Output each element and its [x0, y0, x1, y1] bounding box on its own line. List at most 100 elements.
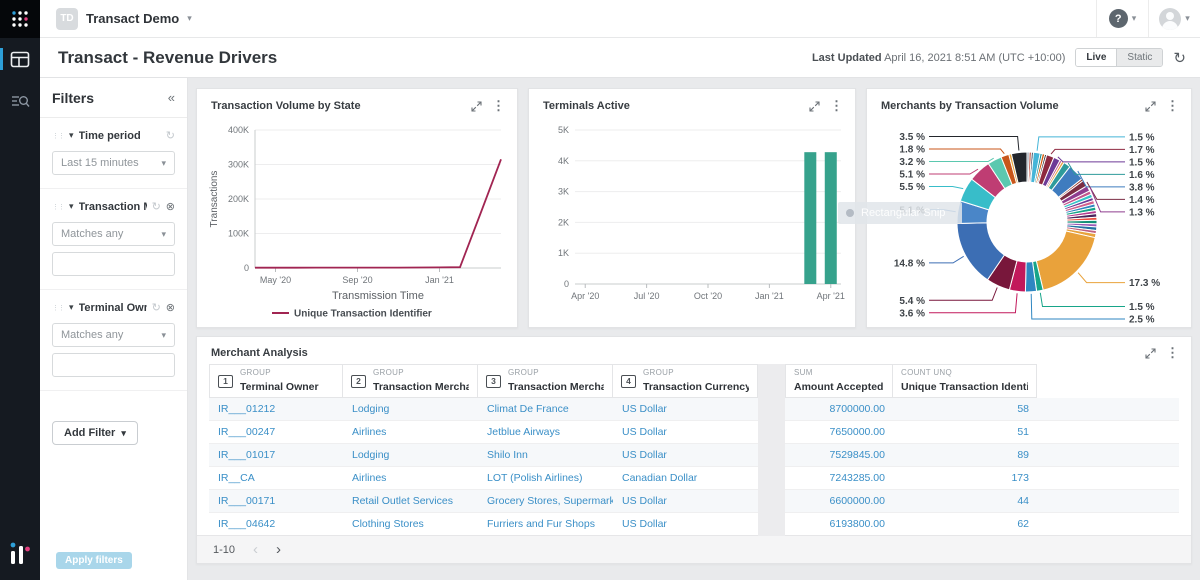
cell-link[interactable]: US Dollar [613, 518, 758, 530]
aggregation-label: COUNT UNQ [901, 368, 1028, 377]
workspace-menu[interactable]: TD Transact Demo ▾ [40, 8, 192, 30]
cell-link[interactable]: Retail Outlet Services [343, 495, 478, 507]
cell-link[interactable]: US Dollar [613, 426, 758, 438]
cell-link[interactable]: Airlines [343, 472, 478, 484]
cell-link[interactable]: Canadian Dollar [613, 472, 758, 484]
cell-link[interactable]: LOT (Polish Airlines) [478, 472, 613, 484]
time-period-select[interactable]: Last 15 minutes ▾ [52, 151, 175, 175]
cell-link[interactable]: Shilo Inn [478, 449, 613, 461]
match-operator-select[interactable]: Matches any ▾ [52, 222, 175, 246]
match-operator-select[interactable]: Matches any ▾ [52, 323, 175, 347]
card-menu-icon[interactable]: ⋮ [1166, 345, 1179, 361]
reset-filter-icon[interactable]: ↻ [152, 200, 161, 213]
cell-link[interactable]: 8700000.00 [785, 403, 893, 415]
cell-link[interactable]: 6600000.00 [785, 495, 893, 507]
cell-link[interactable]: US Dollar [613, 403, 758, 415]
cell-link[interactable]: IR___04642 [209, 518, 343, 530]
cell-link[interactable]: IR___00171 [209, 495, 343, 507]
remove-filter-icon[interactable]: ⊗ [166, 301, 175, 314]
cell-link[interactable]: 58 [893, 403, 1037, 415]
column-header[interactable]: 3GROUPTransaction Merchant Categ... [478, 364, 613, 398]
drag-handle-icon[interactable]: ⋮⋮ [52, 203, 64, 211]
svg-text:2K: 2K [558, 217, 569, 227]
cell-link[interactable]: 62 [893, 518, 1037, 530]
column-name: Transaction Merchant Categ... [508, 381, 604, 393]
pagination-prev-icon[interactable]: ‹ [253, 542, 258, 557]
add-filter-button[interactable]: Add Filter ▾ [52, 421, 138, 445]
cell-link[interactable]: IR__CA [209, 472, 343, 484]
live-button[interactable]: Live [1076, 49, 1116, 66]
bar[interactable] [825, 152, 837, 284]
chevron-down-icon: ▾ [161, 330, 166, 341]
cell-link[interactable]: 7650000.00 [785, 426, 893, 438]
cell-link[interactable]: 7243285.00 [785, 472, 893, 484]
pagination-next-icon[interactable]: › [276, 542, 281, 557]
column-header[interactable]: COUNT UNQUnique Transaction Identifier [893, 364, 1037, 398]
donut-label-line [1078, 273, 1125, 283]
donut-label-line [1051, 149, 1125, 154]
expand-card-icon[interactable] [809, 101, 820, 112]
expand-card-icon[interactable] [471, 101, 482, 112]
user-menu[interactable]: ▾ [1148, 0, 1200, 37]
expand-card-icon[interactable] [1145, 101, 1156, 112]
refresh-dashboard-icon[interactable]: ↻ [1173, 49, 1186, 67]
card-menu-icon[interactable]: ⋮ [492, 98, 505, 114]
filter-expand-caret-icon[interactable]: ▾ [69, 302, 74, 313]
reset-filter-icon[interactable]: ↻ [152, 301, 161, 314]
workspace-name: Transact Demo [86, 11, 179, 26]
sidebar-item-catalog-search[interactable] [0, 80, 40, 122]
filter-value-input[interactable] [52, 252, 175, 276]
cell-link[interactable]: IR___01017 [209, 449, 343, 461]
cell-link[interactable]: IR___00247 [209, 426, 343, 438]
cell-link[interactable]: Lodging [343, 449, 478, 461]
drag-handle-icon[interactable]: ⋮⋮ [52, 304, 64, 312]
card-title: Transaction Volume by State [211, 100, 461, 112]
cell-link[interactable]: IR___01212 [209, 403, 343, 415]
column-name: Transaction Merchant Categ... [373, 381, 469, 393]
drag-handle-icon[interactable]: ⋮⋮ [52, 132, 64, 140]
column-header[interactable]: 1GROUPTerminal Owner [209, 364, 343, 398]
column-header[interactable]: 4GROUPTransaction Currency [613, 364, 758, 398]
remove-filter-icon[interactable]: ⊗ [166, 200, 175, 213]
filter-value-input[interactable] [52, 353, 175, 377]
cell-link[interactable]: Airlines [343, 426, 478, 438]
cell-link[interactable]: 173 [893, 472, 1037, 484]
cell-link[interactable]: Jetblue Airways [478, 426, 613, 438]
column-header[interactable]: SUMAmount Accepted ↓1 [785, 364, 893, 398]
expand-card-icon[interactable] [1145, 348, 1156, 359]
sidebar-item-dashboards[interactable] [0, 38, 40, 80]
donut-label-line [1078, 171, 1125, 187]
card-menu-icon[interactable]: ⋮ [830, 98, 843, 114]
cell-link[interactable]: 6193800.00 [785, 518, 893, 530]
cell-link[interactable]: Clothing Stores [343, 518, 478, 530]
card-menu-icon[interactable]: ⋮ [1166, 98, 1179, 114]
cell-link[interactable]: US Dollar [613, 495, 758, 507]
cell-link[interactable]: 89 [893, 449, 1037, 461]
svg-text:0: 0 [564, 279, 569, 289]
column-group-divider [758, 364, 785, 536]
reset-filter-icon[interactable]: ↻ [166, 129, 175, 142]
collapse-panel-icon[interactable]: « [168, 90, 175, 105]
cell-link[interactable]: 7529845.00 [785, 449, 893, 461]
cell-link[interactable]: Grocery Stores, Supermarkets [478, 495, 613, 507]
cell-link[interactable]: Lodging [343, 403, 478, 415]
last-updated-label: Last Updated [812, 52, 882, 64]
cell-link[interactable]: 51 [893, 426, 1037, 438]
column-header[interactable]: 2GROUPTransaction Merchant Categ... [343, 364, 478, 398]
cell-link[interactable]: US Dollar [613, 449, 758, 461]
svg-text:5K: 5K [558, 125, 569, 135]
card-transaction-volume: Transaction Volume by State ⋮ 0100K200K3… [196, 88, 518, 328]
help-menu[interactable]: ? ▾ [1096, 0, 1148, 37]
cell-link[interactable]: Furriers and Fur Shops [478, 518, 613, 530]
donut-segment[interactable] [1036, 231, 1095, 290]
static-button[interactable]: Static [1116, 49, 1162, 66]
filter-expand-caret-icon[interactable]: ▾ [69, 130, 74, 141]
cell-link[interactable]: Climat De France [478, 403, 613, 415]
filter-expand-caret-icon[interactable]: ▾ [69, 201, 74, 212]
app-switcher-button[interactable] [0, 0, 40, 38]
top-bar-actions: ? ▾ ▾ [1096, 0, 1200, 37]
cell-link[interactable]: 44 [893, 495, 1037, 507]
select-value: Last 15 minutes [61, 157, 161, 169]
apply-filters-button[interactable]: Apply filters [56, 552, 132, 569]
bar[interactable] [804, 152, 816, 284]
